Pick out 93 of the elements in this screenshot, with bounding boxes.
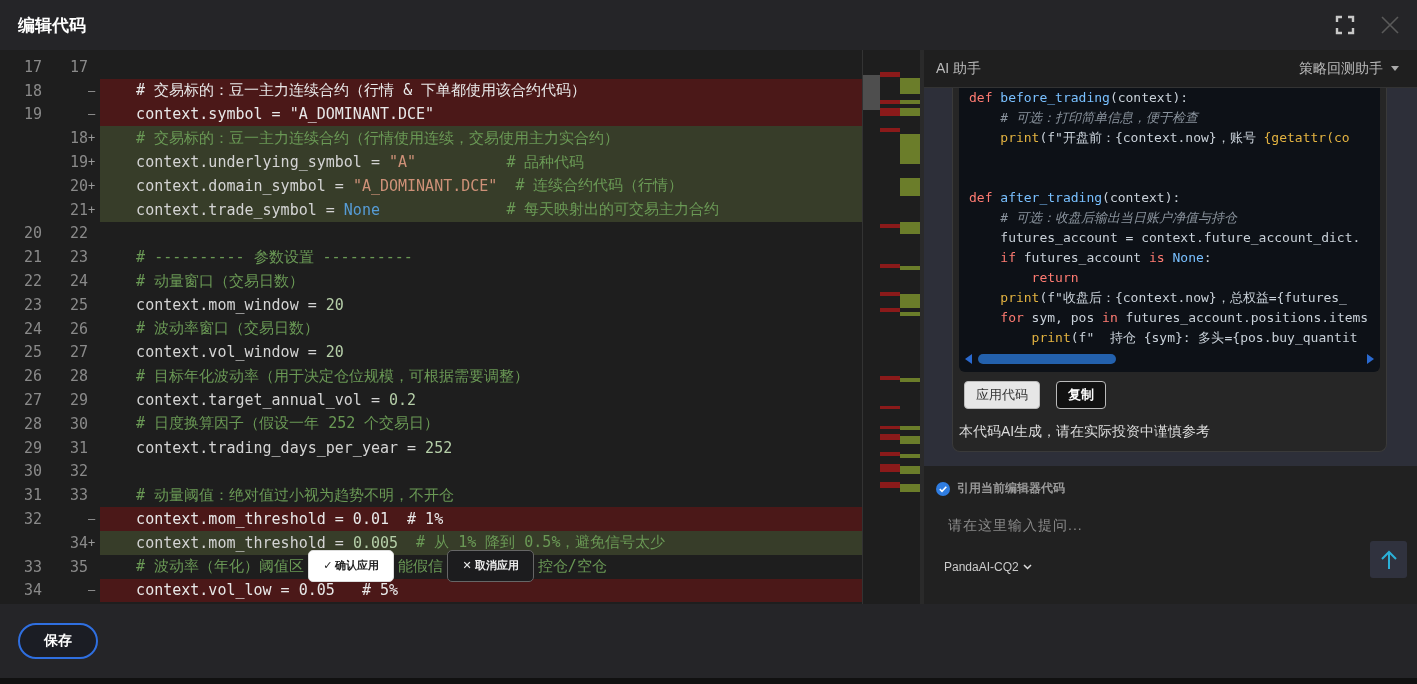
scrollbar-thumb[interactable] bbox=[863, 75, 880, 110]
copy-button[interactable]: 复制 bbox=[1056, 381, 1106, 409]
code-line: futures_account = context.future_account_dict. bbox=[999, 229, 1362, 247]
checkbox[interactable] bbox=[936, 481, 950, 496]
code-line: print(f"收盘后：{context.now}，总权益={futures_ bbox=[999, 289, 1348, 307]
line-number: 27 bbox=[22, 391, 42, 410]
line-number: 31 bbox=[68, 438, 88, 457]
line-number: 28 bbox=[68, 367, 88, 386]
line-number: 19 bbox=[68, 153, 88, 172]
line-number: 31 bbox=[22, 486, 42, 505]
diff-marker: — bbox=[88, 83, 97, 98]
code-line: return bbox=[1030, 269, 1080, 287]
diff-marker: + bbox=[88, 155, 97, 170]
code-line: # 波动率窗口（交易日数） bbox=[135, 318, 321, 340]
diff-marker: + bbox=[88, 178, 97, 193]
line-number: 18 bbox=[22, 81, 42, 100]
line-number: 21 bbox=[68, 200, 88, 219]
code-line: context.trading_days_per_year = 252 bbox=[135, 437, 454, 459]
save-button[interactable]: 保存 bbox=[18, 623, 98, 659]
code-line: # 目标年化波动率（用于决定仓位规模，可根据需要调整） bbox=[135, 365, 531, 387]
scrollbar-thumb[interactable] bbox=[978, 354, 1116, 364]
code-line: # 可选：收盘后输出当日账户净值与持仓 bbox=[999, 209, 1238, 227]
line-number: 33 bbox=[22, 557, 42, 576]
line-number: 35 bbox=[68, 557, 88, 576]
line-number: 27 bbox=[68, 343, 88, 362]
line-number: 22 bbox=[22, 272, 42, 291]
code-line: # 日度换算因子（假设一年 252 个交易日） bbox=[135, 413, 441, 435]
code-line: # 可选：打印简单信息，便于检查 bbox=[999, 109, 1200, 127]
code-line: print(f" 持仓 {sym}: 多头={pos.buy_quantit bbox=[1030, 329, 1359, 347]
window-title: 编辑代码 bbox=[18, 14, 86, 37]
code-line: print(f"开盘前：{context.now}，账号 {getattr(co bbox=[999, 129, 1351, 147]
code-line: def after_trading(context): bbox=[969, 189, 1182, 207]
line-number: 32 bbox=[68, 462, 88, 481]
model-dropdown[interactable]: PandaAI-CQ2 bbox=[936, 560, 1032, 578]
line-number: 20 bbox=[68, 176, 88, 195]
diff-marker: + bbox=[88, 131, 97, 146]
code-line: # 动量阈值：绝对值过小视为趋势不明，不开仓 bbox=[135, 484, 456, 506]
close-icon[interactable] bbox=[1381, 16, 1399, 34]
code-text: 能假信 bbox=[398, 557, 444, 577]
line-number: 24 bbox=[68, 272, 88, 291]
diff-marker: + bbox=[88, 535, 97, 550]
line-number: 25 bbox=[68, 295, 88, 314]
arrow-up-icon bbox=[1379, 549, 1398, 570]
panel-title: AI 助手 bbox=[936, 59, 982, 78]
line-number: 28 bbox=[22, 414, 42, 433]
code-line: # 动量窗口（交易日数） bbox=[135, 270, 306, 292]
chevron-icon bbox=[1022, 564, 1032, 570]
line-number: 30 bbox=[68, 414, 88, 433]
apply-code-button[interactable]: 应用代码 bbox=[964, 381, 1040, 409]
mode-dropdown[interactable]: 策略回测助手 bbox=[1293, 58, 1405, 79]
line-number: 20 bbox=[22, 224, 42, 243]
line-number: 25 bbox=[22, 343, 42, 362]
line-number: 32 bbox=[22, 510, 42, 529]
code-line: def before_trading(context): bbox=[969, 89, 1190, 107]
disclaimer-text: 本代码AI生成，请在实际投资中谨慎参考 bbox=[959, 423, 1212, 441]
line-number: 30 bbox=[22, 462, 42, 481]
code-text: # 波动率（年化）阈值区 bbox=[135, 557, 305, 577]
diff-marker: + bbox=[88, 202, 97, 217]
line-number: 29 bbox=[22, 438, 42, 457]
checkbox-label: 引用当前编辑器代码 bbox=[957, 480, 1065, 497]
code-text: 控仓/空仓 bbox=[537, 557, 607, 577]
line-number: 24 bbox=[22, 319, 42, 338]
line-number: 23 bbox=[68, 248, 88, 267]
line-number: 26 bbox=[22, 367, 42, 386]
line-number: 29 bbox=[68, 391, 88, 410]
line-number: 33 bbox=[68, 486, 88, 505]
code-line: # ---------- 参数设置 ---------- bbox=[135, 246, 414, 268]
line-number: 18 bbox=[68, 129, 88, 148]
line-number: 21 bbox=[22, 248, 42, 267]
caret-icon bbox=[1391, 66, 1399, 71]
line-number: 34 bbox=[22, 581, 42, 600]
line-number: 17 bbox=[22, 57, 42, 76]
scroll-right-icon[interactable] bbox=[1367, 354, 1374, 364]
fullscreen-icon[interactable] bbox=[1335, 15, 1355, 35]
line-number: 34 bbox=[68, 533, 88, 552]
diff-marker: — bbox=[88, 107, 97, 122]
scroll-left-icon[interactable] bbox=[965, 354, 972, 364]
code-line: context.target_annual_vol = 0.2 bbox=[135, 390, 418, 412]
code-line: context.mom_window = 20 bbox=[135, 294, 345, 316]
line-number: 26 bbox=[68, 319, 88, 338]
question-input[interactable]: 请在这里输入提问... bbox=[946, 513, 1407, 537]
diff-marker: — bbox=[88, 583, 97, 598]
line-number: 17 bbox=[68, 57, 88, 76]
code-line: if futures_account is None: bbox=[999, 249, 1213, 267]
line-number: 19 bbox=[22, 105, 42, 124]
diff-marker: — bbox=[88, 512, 97, 527]
code-line: for sym, pos in futures_account.positions.items bbox=[999, 309, 1370, 327]
code-line: context.vol_window = 20 bbox=[135, 342, 345, 364]
confirm-apply-button[interactable]: ✓ 确认应用 bbox=[308, 549, 395, 582]
line-number: 22 bbox=[68, 224, 88, 243]
send-button[interactable] bbox=[1370, 541, 1407, 578]
cancel-apply-button[interactable]: ✕ 取消应用 bbox=[447, 549, 534, 582]
line-number: 23 bbox=[22, 295, 42, 314]
